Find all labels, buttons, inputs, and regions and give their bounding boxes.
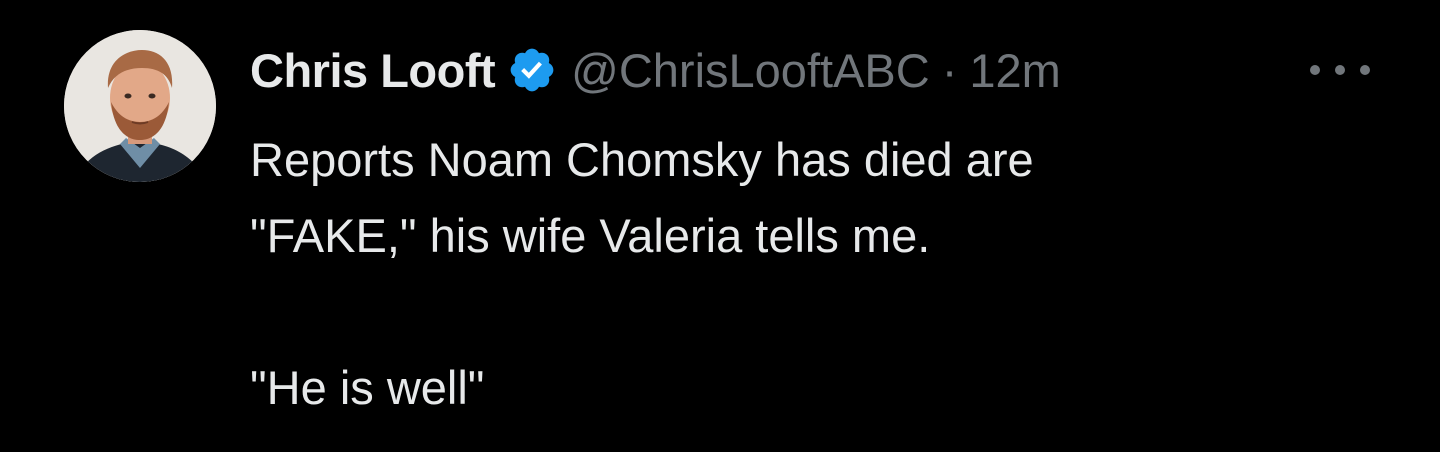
separator-dot: · <box>941 43 958 97</box>
tweet-line: Reports Noam Chomsky has died are <box>250 133 1034 186</box>
avatar-photo-icon <box>64 30 216 182</box>
more-dot <box>1310 65 1320 75</box>
more-dot <box>1335 65 1345 75</box>
verified-badge-icon[interactable] <box>507 45 557 95</box>
tweet-line: "FAKE," his wife Valeria tells me. <box>250 209 931 262</box>
timestamp[interactable]: 12m <box>969 43 1060 98</box>
author-handle[interactable]: @ChrisLooftABC <box>571 43 930 98</box>
avatar[interactable] <box>64 30 216 182</box>
tweet-text: Reports Noam Chomsky has died are "FAKE,… <box>250 122 1370 426</box>
tweet[interactable]: Chris Looft @ChrisLooftABC · 12m Reports… <box>0 0 1440 452</box>
tweet-header: Chris Looft @ChrisLooftABC · 12m <box>250 38 1061 102</box>
tweet-quote: "He is well" <box>250 361 485 414</box>
more-options-icon[interactable] <box>1310 56 1370 84</box>
display-name[interactable]: Chris Looft <box>250 43 496 98</box>
more-dot <box>1360 65 1370 75</box>
